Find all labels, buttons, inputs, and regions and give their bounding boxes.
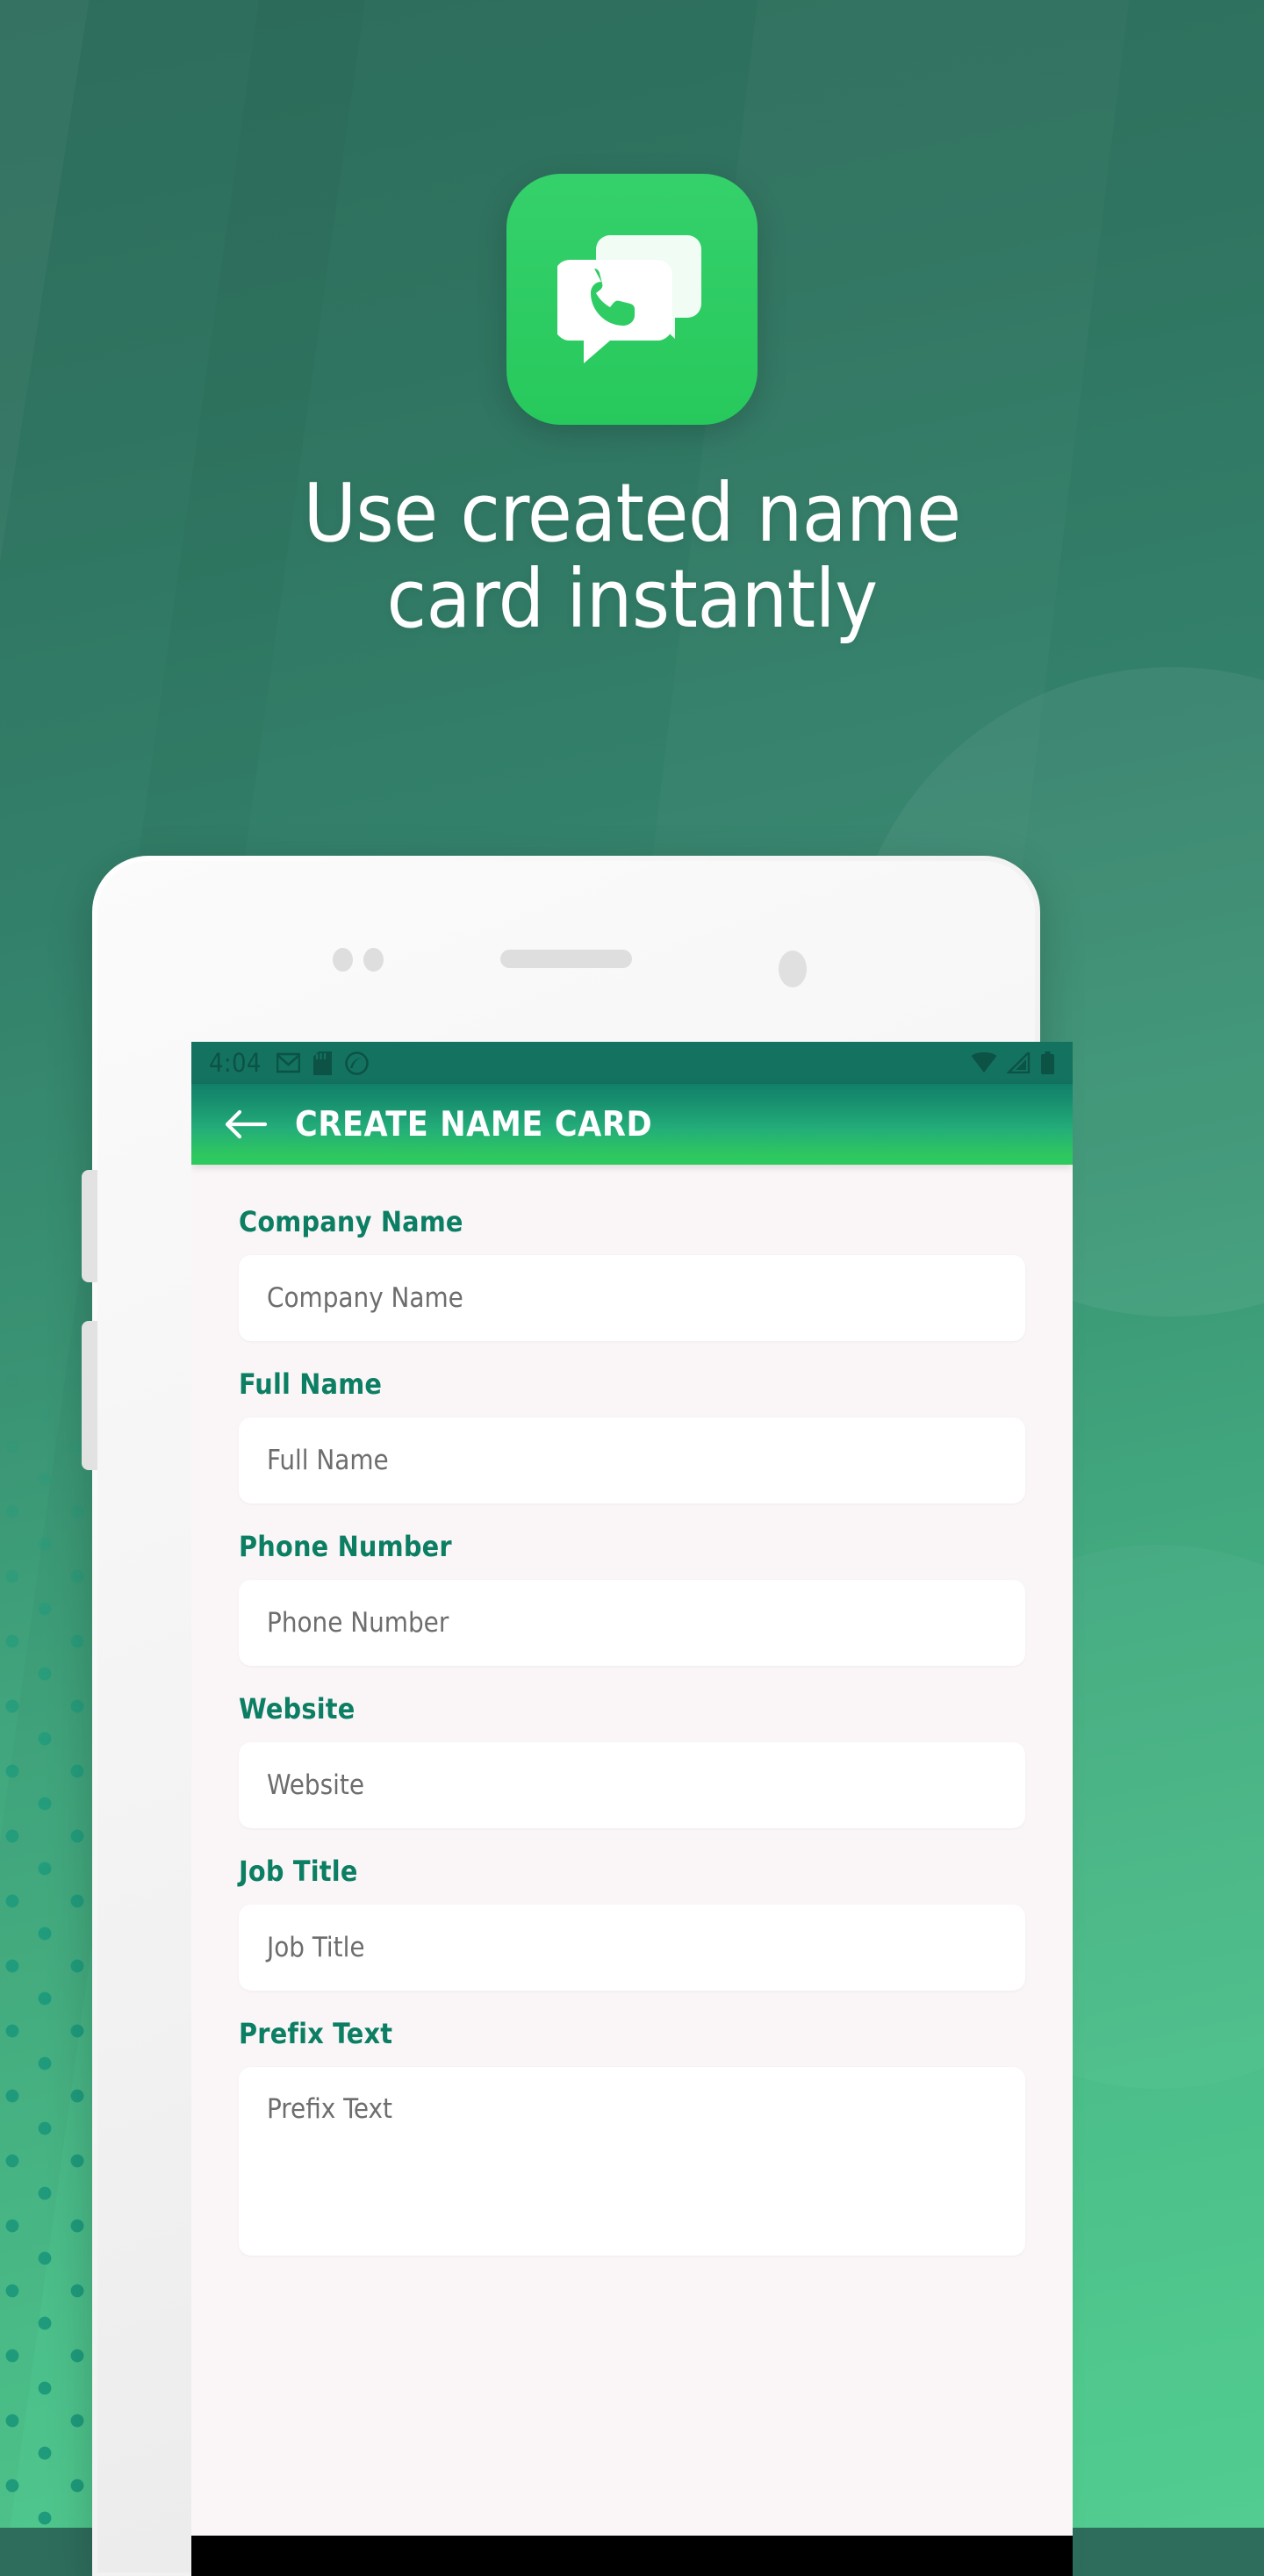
volume-down-button[interactable] [82,1321,97,1470]
label-job-title: Job Title [239,1855,358,1888]
field-website: Website Website [239,1692,1025,1828]
back-button[interactable] [221,1100,270,1149]
hero-section: Use created name card instantly [0,0,1264,643]
signal-icon [1007,1052,1031,1073]
field-full-name: Full Name Full Name [239,1367,1025,1503]
input-job-title[interactable]: Job Title [239,1905,1025,1991]
status-bar-time: 4:04 [209,1048,262,1078]
status-bar: 4:04 [191,1042,1073,1084]
label-full-name: Full Name [239,1367,383,1401]
input-full-name[interactable]: Full Name [239,1417,1025,1503]
field-job-title: Job Title Job Title [239,1855,1025,1991]
gmail-icon [276,1052,300,1073]
placeholder-phone-number: Phone Number [267,1607,449,1639]
field-phone-number: Phone Number Phone Number [239,1530,1025,1666]
app-bar-title: CREATE NAME CARD [295,1104,653,1144]
placeholder-job-title: Job Title [267,1932,365,1963]
proximity-sensor-icon [333,948,353,972]
placeholder-website: Website [267,1769,365,1801]
input-phone-number[interactable]: Phone Number [239,1580,1025,1666]
phone-mockup: 4:04 CREATE NAME CARD Company Name Compa… [82,856,1073,2576]
page-title: Use created name card instantly [0,470,1264,643]
back-arrow-icon [225,1109,267,1139]
label-phone-number: Phone Number [239,1530,452,1563]
page-title-line1: Use created name [303,466,961,560]
page-title-line2: card instantly [386,552,878,647]
light-sensor-icon [363,948,384,972]
field-prefix-text: Prefix Text Prefix Text [239,2017,1025,2256]
system-navigation-bar [191,2536,1073,2576]
input-company-name[interactable]: Company Name [239,1255,1025,1341]
label-company-name: Company Name [239,1205,463,1238]
phone-screen: 4:04 CREATE NAME CARD Company Name Compa… [191,1042,1073,2576]
label-website: Website [239,1692,356,1726]
app-bar: CREATE NAME CARD [191,1084,1073,1165]
placeholder-prefix-text: Prefix Text [267,2093,392,2125]
status-bar-left-icons [276,1051,369,1075]
label-prefix-text: Prefix Text [239,2017,393,2050]
chat-phone-icon [557,235,701,363]
android-auto-icon [344,1051,369,1075]
sd-card-icon [312,1051,332,1075]
wifi-icon [971,1052,997,1073]
battery-icon [1041,1051,1054,1074]
input-prefix-text[interactable]: Prefix Text [239,2067,1025,2256]
placeholder-company-name: Company Name [267,1282,463,1314]
field-company-name: Company Name Company Name [239,1205,1025,1341]
status-bar-right-icons [971,1051,1055,1074]
front-camera-icon [779,951,807,987]
earpiece-speaker [500,950,632,968]
app-icon [506,174,758,425]
volume-up-button[interactable] [82,1170,97,1282]
create-name-card-form: Company Name Company Name Full Name Full… [191,1165,1073,2256]
input-website[interactable]: Website [239,1742,1025,1828]
placeholder-full-name: Full Name [267,1445,389,1476]
